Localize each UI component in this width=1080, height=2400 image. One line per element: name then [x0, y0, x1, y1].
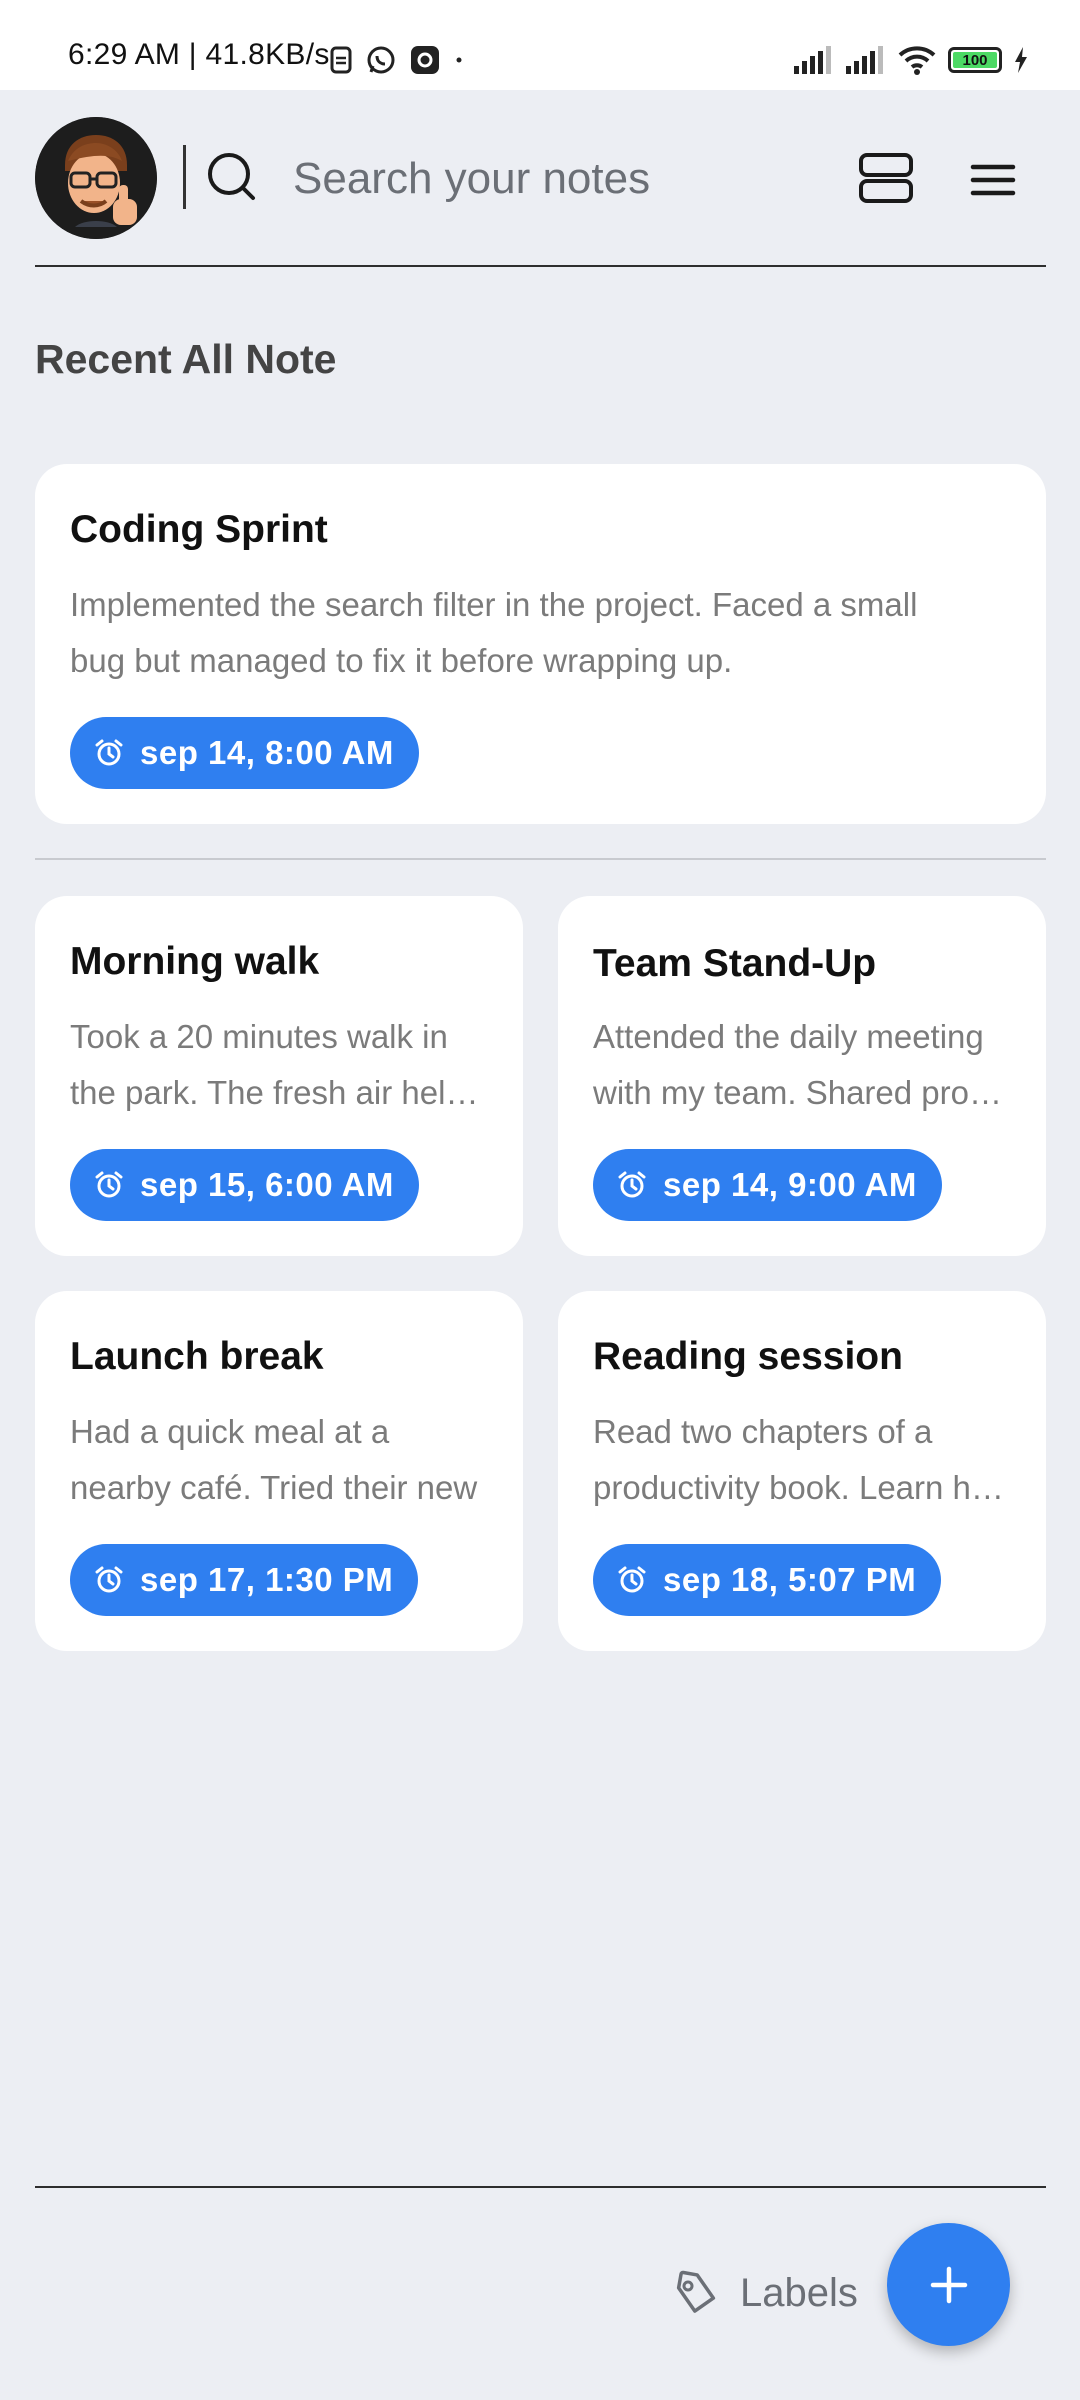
labels-label: Labels [740, 2270, 858, 2315]
alarm-icon [95, 1171, 123, 1198]
note-card[interactable]: Morning walk Took a 20 minutes walk in t… [35, 896, 523, 1256]
reminder-chip[interactable]: sep 14, 8:00 AM [70, 717, 419, 789]
reminder-text: sep 15, 6:00 AM [140, 1166, 394, 1203]
note-title: Morning walk [70, 940, 320, 983]
search-input[interactable]: Search your notes [293, 154, 650, 204]
reminder-chip[interactable]: sep 18, 5:07 PM [593, 1544, 942, 1616]
section-divider [35, 858, 1046, 860]
signal-icon-2 [846, 46, 883, 74]
alarm-icon [95, 739, 123, 766]
wifi-icon [898, 46, 936, 75]
whatsapp-icon [367, 46, 395, 74]
note-body-line: the park. The fresh air helped [70, 1074, 488, 1111]
note-card-featured[interactable]: Coding Sprint Implemented the search fil… [35, 464, 1046, 824]
note-body-line: Had a quick meal at a [70, 1413, 390, 1450]
note-title: Launch break [70, 1335, 324, 1378]
app-header: Search your notes [0, 90, 1080, 267]
note-body-line: Attended the daily meeting [593, 1018, 984, 1055]
plus-icon [930, 2266, 967, 2303]
reminder-chip[interactable]: sep 17, 1:30 PM [70, 1544, 419, 1616]
note-title: Team Stand-Up [593, 942, 877, 985]
labels-button[interactable]: Labels [672, 2255, 858, 2331]
reminder-text: sep 14, 9:00 AM [663, 1166, 917, 1203]
status-bar: 6:29 AM | 41.8KB/s 100 [0, 0, 1080, 90]
section-title: Recent All Note [35, 336, 337, 382]
search-icon[interactable] [205, 150, 259, 204]
alarm-icon [618, 1171, 646, 1198]
note-body-line: productivity book. Learn how [593, 1469, 1011, 1506]
note-body-line: with my team. Shared progress [593, 1074, 1011, 1111]
avatar[interactable] [35, 117, 157, 239]
battery-level: 100 [962, 51, 988, 69]
bottom-divider [35, 2186, 1046, 2188]
battery-icon: 100 [948, 47, 1002, 73]
dot-icon [456, 57, 462, 63]
tag-icon [676, 2270, 716, 2313]
add-note-button[interactable] [887, 2223, 1010, 2346]
note-body-line: Took a 20 minutes walk in [70, 1018, 448, 1055]
note-body: Implemented the search filter in the pro… [70, 586, 918, 679]
reminder-chip[interactable]: sep 14, 9:00 AM [593, 1149, 942, 1221]
note-title: Coding Sprint [70, 508, 328, 551]
reminder-text: sep 14, 8:00 AM [140, 734, 394, 771]
note-body-line: nearby café. Tried their new [70, 1469, 478, 1506]
note-title: Reading session [593, 1335, 903, 1378]
note-card[interactable]: Reading session Read two chapters of a p… [558, 1291, 1046, 1651]
note-card[interactable]: Launch break Had a quick meal at a nearb… [35, 1291, 523, 1651]
header-divider [183, 145, 186, 209]
system-icons: 100 [794, 40, 1028, 80]
note-body-line: Read two chapters of a [593, 1413, 933, 1450]
avatar-memoji-icon [35, 117, 157, 239]
notification-icons [330, 40, 464, 80]
alarm-icon [95, 1566, 123, 1593]
layout-toggle-icon[interactable] [858, 152, 914, 204]
status-time: 6:29 AM | 41.8KB/s [68, 38, 330, 71]
menu-icon[interactable] [970, 160, 1016, 200]
charging-icon [1015, 47, 1027, 73]
header-divider-line [35, 265, 1046, 267]
reminder-text: sep 18, 5:07 PM [663, 1561, 917, 1598]
reminder-text: sep 17, 1:30 PM [140, 1561, 394, 1598]
reminder-chip[interactable]: sep 15, 6:00 AM [70, 1149, 419, 1221]
note-card[interactable]: Team Stand-Up Attended the daily meeting… [558, 896, 1046, 1256]
sim-icon [330, 46, 352, 74]
threads-icon [411, 46, 439, 74]
signal-icon [794, 46, 831, 74]
alarm-icon [618, 1566, 646, 1593]
